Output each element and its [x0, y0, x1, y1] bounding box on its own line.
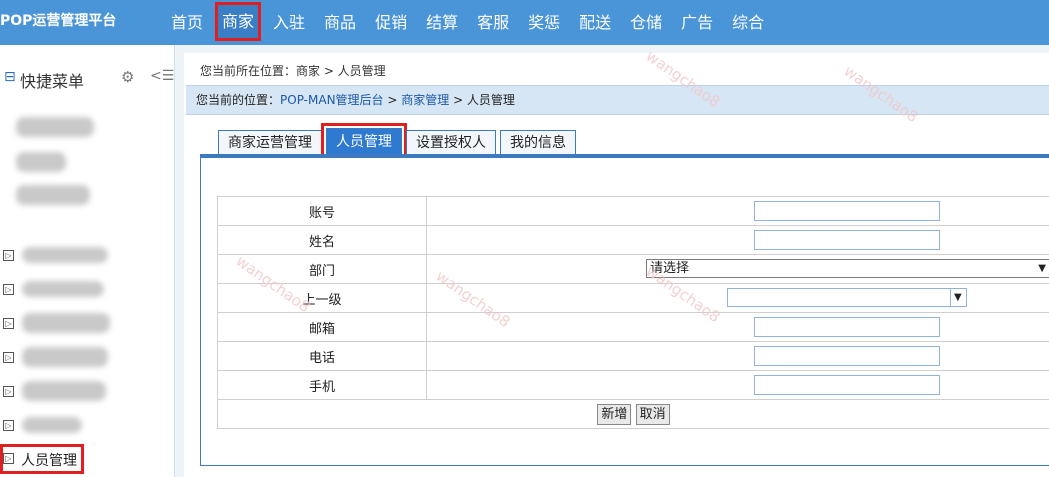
sidebar-item-personnel-management[interactable]: ▷ 人员管理: [0, 444, 84, 474]
main-nav: 首页 商家 入驻 商品 促销 结算 客服 奖惩 配送 仓储 广告 综合: [164, 0, 776, 45]
blurred-menu-label: [22, 313, 110, 333]
account-label: 账号: [217, 196, 427, 226]
department-select[interactable]: 请选择 ▼: [646, 259, 1049, 278]
blurred-menu-label: [22, 347, 108, 367]
form-row-phone: 电话: [217, 341, 1049, 371]
sidebar-menu-item[interactable]: ▷: [0, 309, 174, 339]
sidebar-menu-item[interactable]: ▷: [0, 411, 174, 441]
breadcrumb-merchant-link[interactable]: 商家管理: [401, 93, 449, 107]
sidebar-menu-item[interactable]: ▷: [0, 343, 174, 373]
quick-menu-title: 快捷菜单: [20, 72, 85, 91]
name-input[interactable]: [754, 230, 940, 250]
expand-icon: ▷: [3, 453, 14, 464]
blurred-menu-label: [22, 281, 104, 297]
superior-label: 上一级: [217, 283, 427, 313]
nav-settlement[interactable]: 结算: [419, 0, 465, 45]
sidebar-item-label: 人员管理: [21, 453, 77, 469]
cancel-button[interactable]: 取消: [635, 403, 670, 425]
nav-general[interactable]: 综合: [725, 0, 771, 45]
nav-settle-in[interactable]: 入驻: [266, 0, 312, 45]
breadcrumb-separator: >: [383, 93, 402, 107]
quick-menu-header: ⊟ 快捷菜单 ⚙ <☰: [0, 67, 174, 91]
nav-products[interactable]: 商品: [317, 0, 363, 45]
email-input[interactable]: [754, 317, 940, 337]
expand-icon: ▷: [3, 318, 14, 329]
sidebar-menu-item[interactable]: ▷: [0, 241, 174, 271]
brand-title: POP运营管理平台: [0, 13, 117, 29]
form-row-name: 姓名: [217, 225, 1049, 255]
superior-select[interactable]: ▼: [727, 288, 967, 307]
blurred-menu-label: [22, 247, 108, 263]
tab-bar: 商家运营管理 人员管理 设置授权人 我的信息: [218, 123, 580, 160]
phone-input[interactable]: [754, 346, 940, 366]
mobile-label: 手机: [217, 370, 427, 400]
expand-icon: ▷: [3, 250, 14, 261]
blurred-quick-item[interactable]: [16, 152, 66, 172]
tab-my-info[interactable]: 我的信息: [500, 130, 576, 155]
expand-icon: ▷: [3, 386, 14, 397]
form-row-department: 部门 请选择 ▼: [217, 254, 1049, 284]
tab-set-authorizer[interactable]: 设置授权人: [406, 130, 496, 155]
tab-merchant-operations[interactable]: 商家运营管理: [218, 130, 322, 155]
blurred-quick-item[interactable]: [16, 117, 94, 137]
collapse-square-icon[interactable]: ⊟: [4, 69, 16, 85]
form-row-account: 账号: [217, 196, 1049, 226]
expand-icon: ▷: [3, 352, 14, 363]
nav-promotion[interactable]: 促销: [368, 0, 414, 45]
phone-label: 电话: [217, 341, 427, 371]
nav-home[interactable]: 首页: [164, 0, 210, 45]
nav-advertising[interactable]: 广告: [674, 0, 720, 45]
dropdown-arrow-icon: ▼: [1038, 263, 1046, 274]
breadcrumb-prefix: 您当前的位置：: [196, 93, 281, 107]
breadcrumb-home-link[interactable]: POP-MAN管理后台: [280, 93, 384, 107]
form-row-mobile: 手机: [217, 370, 1049, 400]
sidebar-menu-item[interactable]: ▷: [0, 275, 174, 305]
form-row-email: 邮箱: [217, 312, 1049, 342]
blurred-quick-item[interactable]: [16, 185, 90, 205]
nav-delivery[interactable]: 配送: [572, 0, 618, 45]
breadcrumb-current: > 人员管理: [449, 93, 515, 107]
account-input[interactable]: [754, 201, 940, 221]
main-content: 您当前所在位置：商家 > 人员管理 您当前的位置：POP-MAN管理后台 > 商…: [184, 53, 1049, 477]
tab-personnel-management[interactable]: 人员管理: [321, 123, 407, 160]
form-row-superior: 上一级 ▼: [217, 283, 1049, 313]
nav-merchant[interactable]: 商家: [215, 2, 262, 41]
sidebar: ⊟ 快捷菜单 ⚙ <☰ ▷ ▷ ▷ ▷ ▷ ▷ ▷ 人员管理: [0, 45, 175, 477]
form-panel: 账号 姓名 部门 请选择 ▼ 上一级 ▼ 邮箱 电话 手机 新增 取消: [200, 154, 1049, 466]
nav-warehouse[interactable]: 仓储: [623, 0, 669, 45]
blurred-menu-label: [22, 381, 106, 401]
personnel-form: 账号 姓名 部门 请选择 ▼ 上一级 ▼ 邮箱 电话 手机 新增 取消: [217, 196, 1049, 429]
location-text: 您当前所在位置：商家 > 人员管理: [200, 64, 386, 78]
add-button[interactable]: 新增: [597, 403, 632, 425]
mobile-input[interactable]: [754, 375, 940, 395]
email-label: 邮箱: [217, 312, 427, 342]
blurred-menu-label: [22, 417, 82, 433]
gear-icon[interactable]: ⚙: [121, 68, 134, 86]
top-nav-bar: POP运营管理平台 首页 商家 入驻 商品 促销 结算 客服 奖惩 配送 仓储 …: [0, 0, 1049, 45]
sidebar-menu-item[interactable]: ▷: [0, 377, 174, 407]
nav-customer-service[interactable]: 客服: [470, 0, 516, 45]
dropdown-arrow-icon: ▼: [950, 289, 966, 306]
nav-rewards-penalties[interactable]: 奖惩: [521, 0, 567, 45]
name-label: 姓名: [217, 225, 427, 255]
form-actions-row: 新增 取消: [217, 399, 1049, 429]
sidebar-collapse-icon[interactable]: <☰: [150, 68, 174, 84]
expand-icon: ▷: [3, 420, 14, 431]
expand-icon: ▷: [3, 284, 14, 295]
